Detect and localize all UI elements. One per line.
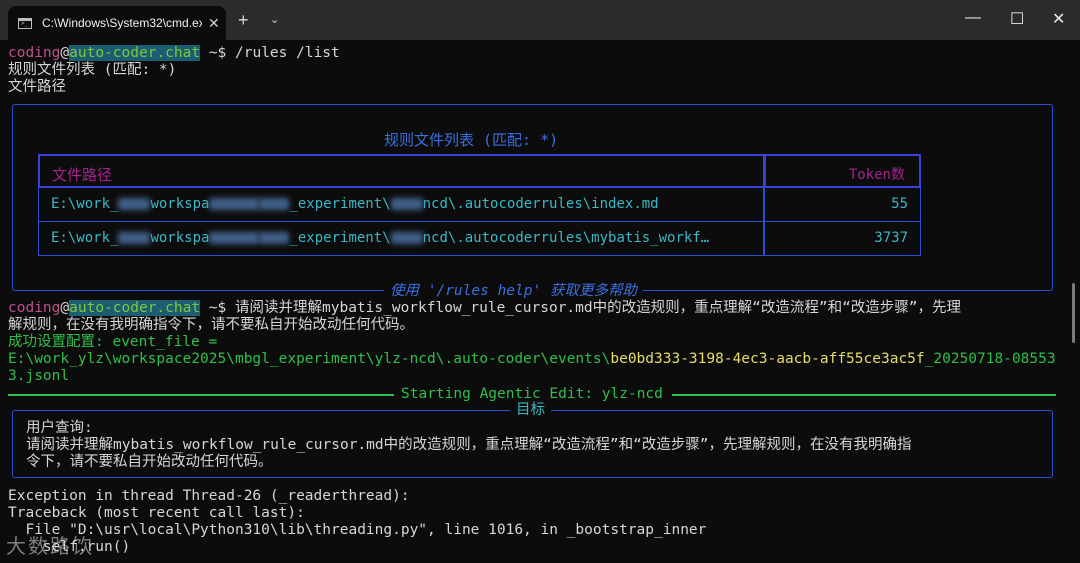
maximize-button[interactable]: ☐: [1010, 9, 1024, 29]
output-line: Traceback (most recent call last):: [8, 505, 305, 521]
query-text: 请阅读并理解mybatis_workflow_rule_cursor.md中的改…: [26, 437, 912, 453]
prompt-user: coding: [8, 45, 61, 61]
query-label: 用户查询:: [26, 420, 93, 436]
column-header-path: 文件路径: [52, 166, 113, 184]
command-text: /rules /list: [235, 45, 340, 61]
help-hint: 使用 '/rules help' 获取更多帮助: [384, 283, 643, 300]
close-tab-icon[interactable]: ✕: [208, 15, 220, 32]
table-header: 文件路径 Token数: [38, 154, 921, 188]
config-success: 成功设置配置: event_file =: [8, 334, 218, 350]
terminal-icon: >_: [18, 17, 32, 29]
output-line: File "D:\usr\local\Python310\lib\threadi…: [8, 522, 707, 538]
tab-title: C:\Windows\System32\cmd.ex: [42, 16, 202, 30]
path-cell: E:\work_ workspa _experiment\ ncd\.autocode…: [51, 230, 710, 246]
agentic-edit-title: Starting Agentic Edit: ylz-ncd: [401, 386, 663, 402]
terminal-output[interactable]: coding@auto-coder.chat ~$ /rules /list 规…: [0, 40, 1080, 563]
prompt-line-2: coding@auto-coder.chat ~$ 请阅读并理解mybatis_…: [8, 300, 962, 316]
query-text: 令下，请不要私自开始改动任何代码。: [26, 454, 273, 470]
event-file-path-tail: 3.jsonl: [8, 368, 70, 384]
event-file-path: E:\work_ylz\workspace2025\mbgl_experimen…: [8, 351, 1056, 367]
divider: [672, 394, 1056, 396]
table-row: E:\work_ workspa _experiment\ ncd\.autocode…: [38, 222, 921, 256]
goal-label: 目标: [510, 402, 551, 419]
title-bar: >_ C:\Windows\System32\cmd.ex ✕ + ⌄ — ☐ …: [0, 0, 1080, 40]
close-window-button[interactable]: ✕: [1052, 9, 1065, 29]
output-line: Exception in thread Thread-26 (_readerth…: [8, 488, 410, 504]
output-line: 解规则，在没有我明确指令下，请不要私自开始改动任何代码。: [8, 317, 414, 333]
prompt-host: auto-coder.chat: [69, 45, 201, 61]
prompt-line-1: coding@auto-coder.chat ~$ /rules /list: [8, 45, 340, 61]
output-line: 规则文件列表 (匹配: *): [8, 62, 177, 78]
table-row: E:\work_ workspa _experiment\ ncd\.autocode…: [38, 188, 921, 222]
new-tab-button[interactable]: +: [238, 10, 249, 31]
token-cell: 55: [891, 196, 908, 212]
tab-cmd[interactable]: >_ C:\Windows\System32\cmd.ex ✕: [8, 6, 226, 40]
scrollbar[interactable]: [1072, 283, 1075, 343]
token-cell: 3737: [874, 230, 908, 246]
output-line: 文件路径: [8, 79, 66, 95]
minimize-button[interactable]: —: [965, 9, 981, 27]
column-header-tokens: Token数: [848, 167, 905, 183]
path-cell: E:\work_ workspa _experiment\ ncd\.autocode…: [51, 196, 659, 212]
divider: [8, 394, 394, 396]
watermark: 大数路饮: [6, 536, 94, 558]
table-title: 规则文件列表 (匹配: *): [384, 131, 559, 149]
chevron-down-icon[interactable]: ⌄: [270, 13, 279, 26]
